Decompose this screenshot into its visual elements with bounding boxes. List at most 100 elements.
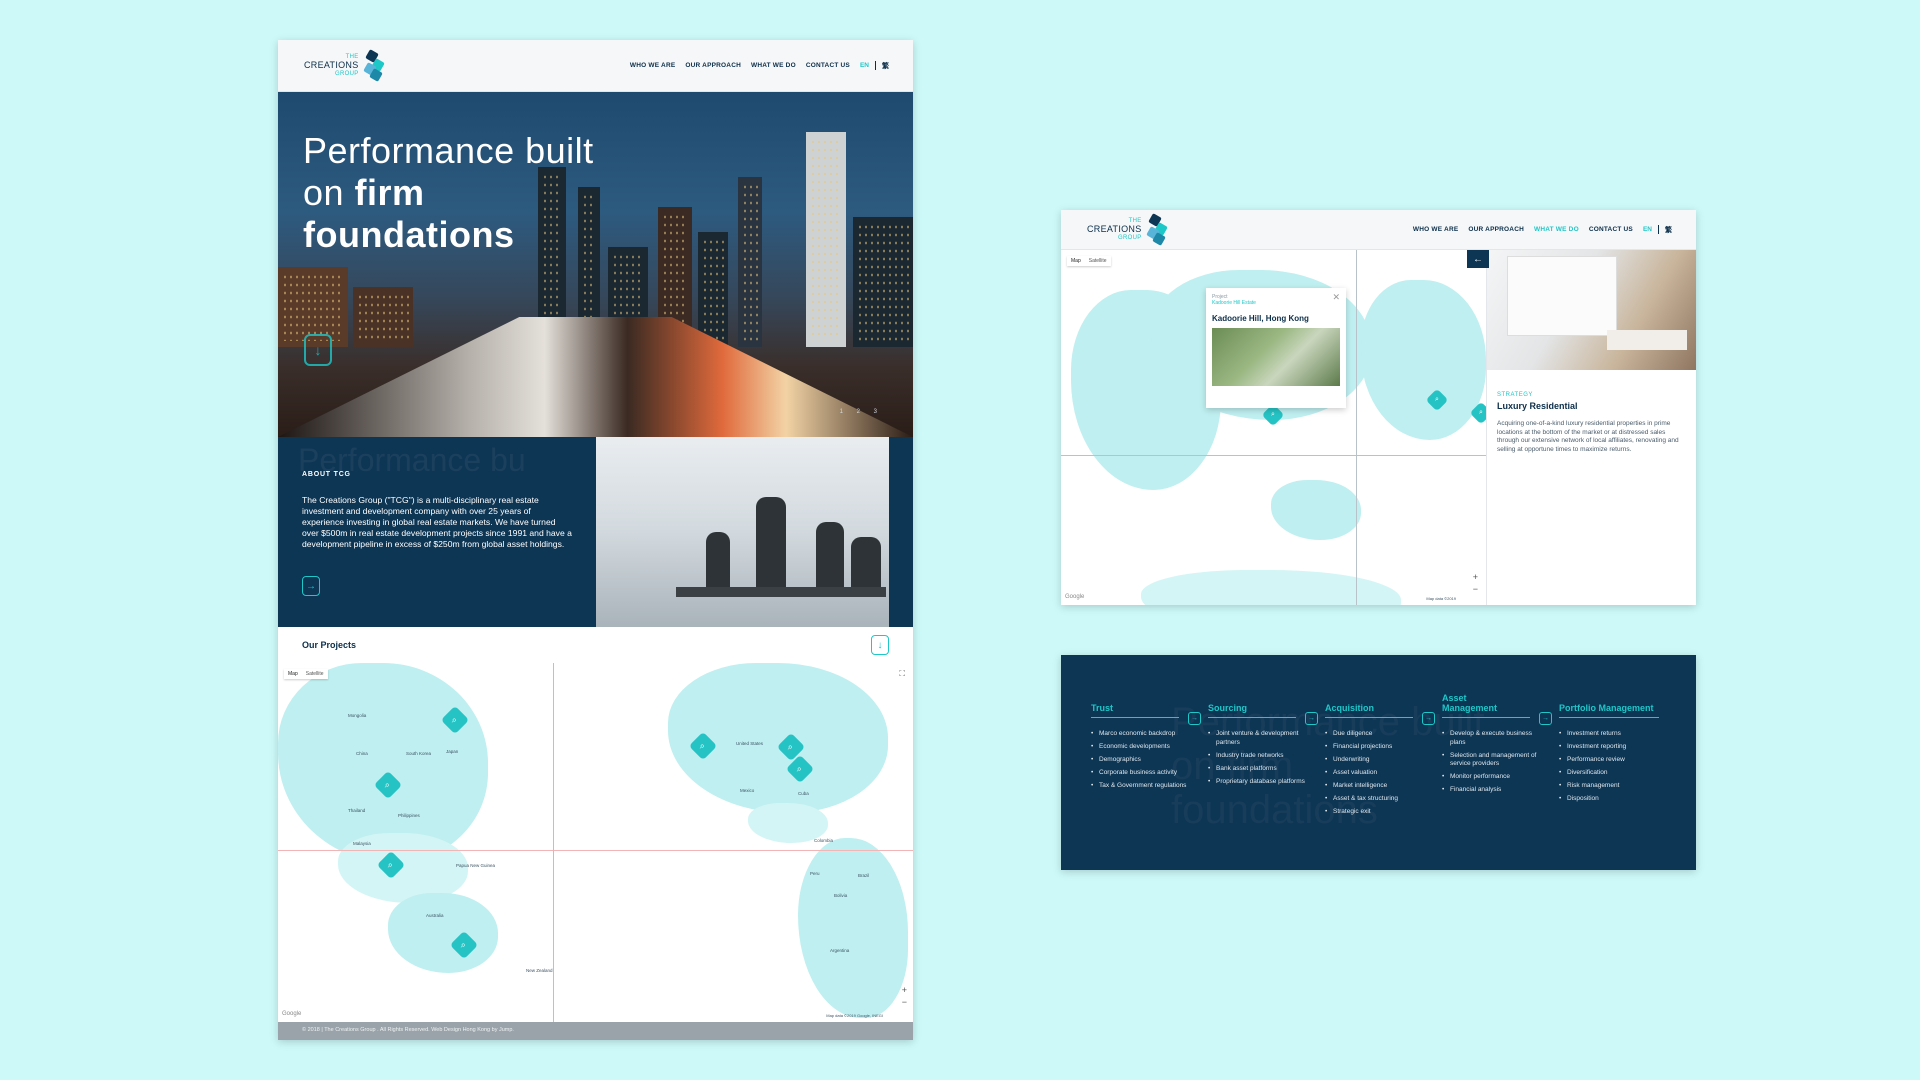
equator-line: [1061, 455, 1486, 456]
strategy-label: STRATEGY: [1497, 392, 1533, 398]
list-item: Demographics: [1091, 756, 1196, 765]
column-list: Due diligence Financial projections Unde…: [1325, 730, 1442, 817]
logo-creations: CREATIONS: [1087, 224, 1142, 234]
strategy-map[interactable]: Map Satellite ⌕ ⌕ ⌕ Project Kadoorie Hil…: [1061, 250, 1486, 605]
map-tab-satellite[interactable]: Satellite: [302, 669, 328, 679]
zoom-out-button[interactable]: −: [1473, 584, 1478, 594]
list-item: Performance review: [1559, 756, 1664, 765]
list-item: Bank asset platforms: [1208, 765, 1313, 774]
what-we-do-mockup: THE CREATIONS GROUP WHO WE ARE OUR APPRO…: [1061, 210, 1696, 605]
list-item: Tax & Government regulations: [1091, 782, 1196, 791]
close-icon[interactable]: ✕: [1332, 292, 1340, 303]
list-item: Proprietary database platforms: [1208, 778, 1313, 787]
lang-cn[interactable]: 繁: [1665, 225, 1672, 235]
nav-links: WHO WE ARE OUR APPROACH WHAT WE DO CONTA…: [1413, 225, 1696, 235]
about-arrow-icon[interactable]: →: [302, 576, 320, 596]
projects-map[interactable]: Map Satellite ⛶ Mongolia China South Kor…: [278, 663, 913, 1022]
land-australia: [388, 893, 498, 973]
about-text: The Creations Group ("TCG") is a multi-d…: [302, 495, 572, 549]
nav-contact-us[interactable]: CONTACT US: [1589, 226, 1633, 233]
logo-group: GROUP: [335, 71, 359, 77]
list-item: Develop & execute business plans: [1442, 730, 1547, 747]
top-nav: THE CREATIONS GROUP WHO WE ARE OUR APPRO…: [1061, 210, 1696, 250]
nav-what-we-do[interactable]: WHAT WE DO: [1534, 226, 1579, 233]
zoom-out-button[interactable]: −: [902, 997, 907, 1007]
nav-who-we-are[interactable]: WHO WE ARE: [1413, 226, 1458, 233]
lang-en[interactable]: EN: [860, 62, 869, 69]
map-credit: Map data ©2019: [1426, 596, 1456, 601]
logo[interactable]: THE CREATIONS GROUP: [1087, 212, 1168, 246]
land-north-america: [1361, 280, 1486, 440]
list-item: Due diligence: [1325, 730, 1430, 739]
list-item: Financial analysis: [1442, 786, 1547, 795]
strategy-text: Acquiring one-of-a-kind luxury residenti…: [1497, 420, 1679, 453]
building: [698, 232, 728, 347]
scroll-down-icon[interactable]: ↓: [304, 334, 332, 366]
map-label: China: [356, 751, 368, 756]
nav-our-approach[interactable]: OUR APPROACH: [685, 62, 741, 69]
land-central-america: [748, 803, 828, 843]
map-label: Brazil: [858, 873, 870, 878]
land-antarctica: [1141, 570, 1401, 605]
map-type-tabs: Map Satellite: [284, 669, 328, 679]
process-column-portfolio-management: Portfolio Management Investment returns …: [1559, 691, 1676, 821]
column-divider: [1442, 717, 1530, 718]
map-label: South Korea: [406, 751, 432, 756]
fullscreen-icon[interactable]: ⛶: [899, 669, 905, 679]
map-label: Colombia: [814, 838, 834, 843]
column-list: Develop & execute business plans Selecti…: [1442, 730, 1559, 795]
about-label: ABOUT TCG: [302, 471, 351, 478]
window: [1507, 256, 1617, 336]
list-item: Corporate business activity: [1091, 769, 1196, 778]
map-tab-map[interactable]: Map: [1067, 256, 1085, 266]
map-label: New Zealand: [526, 968, 553, 973]
column-divider: [1559, 717, 1659, 718]
building: [853, 217, 913, 347]
process-column-sourcing: Sourcing → Joint venture & development p…: [1208, 691, 1325, 821]
logo[interactable]: THE CREATIONS GROUP: [304, 48, 385, 82]
projects-down-icon[interactable]: ↓: [871, 635, 889, 655]
top-nav: THE CREATIONS GROUP WHO WE ARE OUR APPRO…: [278, 40, 913, 92]
arrow-right-icon: →: [1305, 712, 1318, 725]
nav-contact-us[interactable]: CONTACT US: [806, 62, 850, 69]
zoom-in-button[interactable]: +: [1473, 572, 1478, 582]
projects-header: Our Projects ↓: [278, 627, 913, 663]
nav-who-we-are[interactable]: WHO WE ARE: [630, 62, 675, 69]
nav-our-approach[interactable]: OUR APPROACH: [1468, 226, 1524, 233]
list-item: Market intelligence: [1325, 782, 1430, 791]
column-title: Portfolio Management: [1559, 703, 1654, 713]
zoom-in-button[interactable]: +: [902, 985, 907, 995]
map-label: United States: [736, 741, 764, 746]
logo-creations: CREATIONS: [304, 60, 359, 70]
silhouette: [816, 522, 844, 592]
arrow-right-icon: →: [1422, 712, 1435, 725]
lang-en[interactable]: EN: [1643, 226, 1652, 233]
google-mark: Google: [282, 1011, 302, 1017]
land-south-america: [798, 838, 908, 1018]
building: [806, 132, 846, 347]
building: [353, 287, 413, 347]
arrow-right-icon: →: [1539, 712, 1552, 725]
map-tab-map[interactable]: Map: [284, 669, 302, 679]
arrow-right-icon: →: [1188, 712, 1201, 725]
footer-text: © 2018 | The Creations Group . All Right…: [302, 1027, 514, 1033]
hero-title: Performance built on firm foundations: [303, 130, 594, 256]
list-item: Disposition: [1559, 795, 1664, 804]
column-divider: [1091, 717, 1179, 718]
homepage-mockup: THE CREATIONS GROUP WHO WE ARE OUR APPRO…: [278, 40, 913, 1040]
project-popup: Project Kadoorie Hill Estate ✕ Kadoorie …: [1206, 288, 1346, 408]
popup-photo: [1212, 328, 1340, 386]
map-tab-satellite[interactable]: Satellite: [1085, 256, 1111, 266]
lang-cn[interactable]: 繁: [882, 61, 889, 71]
back-arrow-icon[interactable]: ←: [1467, 250, 1489, 268]
column-divider: [1208, 717, 1296, 718]
column-title: Acquisition: [1325, 703, 1374, 713]
footer: © 2018 | The Creations Group . All Right…: [278, 1022, 913, 1040]
nav-what-we-do[interactable]: WHAT WE DO: [751, 62, 796, 69]
column-title: Asset Management: [1442, 693, 1498, 713]
logo-hex-icon: [361, 48, 385, 82]
popup-link[interactable]: Kadoorie Hill Estate: [1212, 300, 1256, 306]
slide-pagination[interactable]: 1 2 3: [840, 409, 883, 415]
building: [738, 177, 762, 347]
strategy-panel: ← STRATEGY Luxury Residential Acquiring …: [1467, 250, 1696, 605]
